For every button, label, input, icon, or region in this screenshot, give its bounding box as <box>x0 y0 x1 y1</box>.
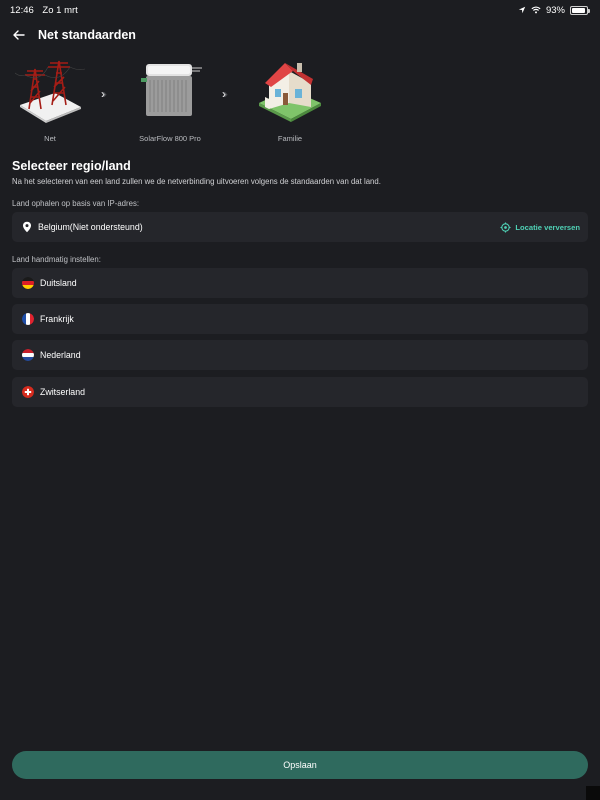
flow-item-device: SolarFlow 800 Pro <box>115 54 225 143</box>
flow-arrow-2: ››› <box>222 87 228 101</box>
locate-target-icon <box>500 221 511 233</box>
location-arrow-icon <box>518 6 526 14</box>
switzerland-flag-icon <box>22 386 34 398</box>
battery-percentage: 93% <box>545 4 565 16</box>
country-label: Nederland <box>40 350 81 360</box>
solarflow-device-icon <box>141 64 202 116</box>
battery-icon <box>570 5 590 15</box>
status-bar: 12:46 Zo 1 mrt 93% <box>0 0 600 20</box>
flow-arrow-1: ››› <box>101 87 107 101</box>
country-label: Duitsland <box>40 278 77 288</box>
ip-country-card: Belgium(Niet ondersteund) Locatie verver… <box>12 212 588 242</box>
refresh-location-label: Locatie verversen <box>515 222 580 232</box>
refresh-location-button[interactable]: Locatie verversen <box>500 212 580 242</box>
ip-section-label: Land ophalen op basis van IP-adres: <box>12 199 140 208</box>
flow-item-house: Familie <box>235 54 345 143</box>
netherlands-flag-icon <box>22 349 34 361</box>
manual-section-label: Land handmatig instellen: <box>12 255 101 264</box>
back-arrow-icon <box>13 30 25 40</box>
country-item-switzerland[interactable]: Zwitserland <box>12 377 588 407</box>
save-button[interactable]: Opslaan <box>12 751 588 779</box>
power-tower-icon <box>15 60 85 123</box>
section-description: Na het selecteren van een land zullen we… <box>12 177 381 186</box>
status-date: Zo 1 mrt <box>42 4 78 16</box>
flow-label-device: SolarFlow 800 Pro <box>139 134 201 143</box>
wifi-icon <box>531 6 541 14</box>
country-item-france[interactable]: Frankrijk <box>12 304 588 334</box>
flow-label-grid: Net <box>44 134 56 143</box>
location-pin-icon <box>23 221 31 233</box>
ip-country-label: Belgium(Niet ondersteund) <box>38 222 143 232</box>
flow-item-grid: Net <box>0 54 105 143</box>
country-label: Frankrijk <box>40 314 74 324</box>
screen-corner <box>586 786 600 800</box>
house-icon <box>259 63 321 122</box>
status-left: 12:46 Zo 1 mrt <box>10 5 84 16</box>
status-time: 12:46 <box>10 4 34 16</box>
battery-fill <box>572 7 586 13</box>
flow-label-house: Familie <box>277 134 303 143</box>
country-item-germany[interactable]: Duitsland <box>12 268 588 298</box>
germany-flag-icon <box>22 277 34 289</box>
section-title: Selecteer regio/land <box>12 159 131 173</box>
status-right: 93% <box>518 4 590 16</box>
back-button[interactable] <box>10 26 28 44</box>
energy-flow: Net ››› SolarFlow 800 Pro ››› Familie <box>0 54 600 148</box>
country-label: Zwitserland <box>40 387 85 397</box>
country-item-netherlands[interactable]: Nederland <box>12 340 588 370</box>
france-flag-icon <box>22 313 34 325</box>
nav-bar: Net standaarden <box>0 24 600 46</box>
page-title: Net standaarden <box>38 28 136 42</box>
